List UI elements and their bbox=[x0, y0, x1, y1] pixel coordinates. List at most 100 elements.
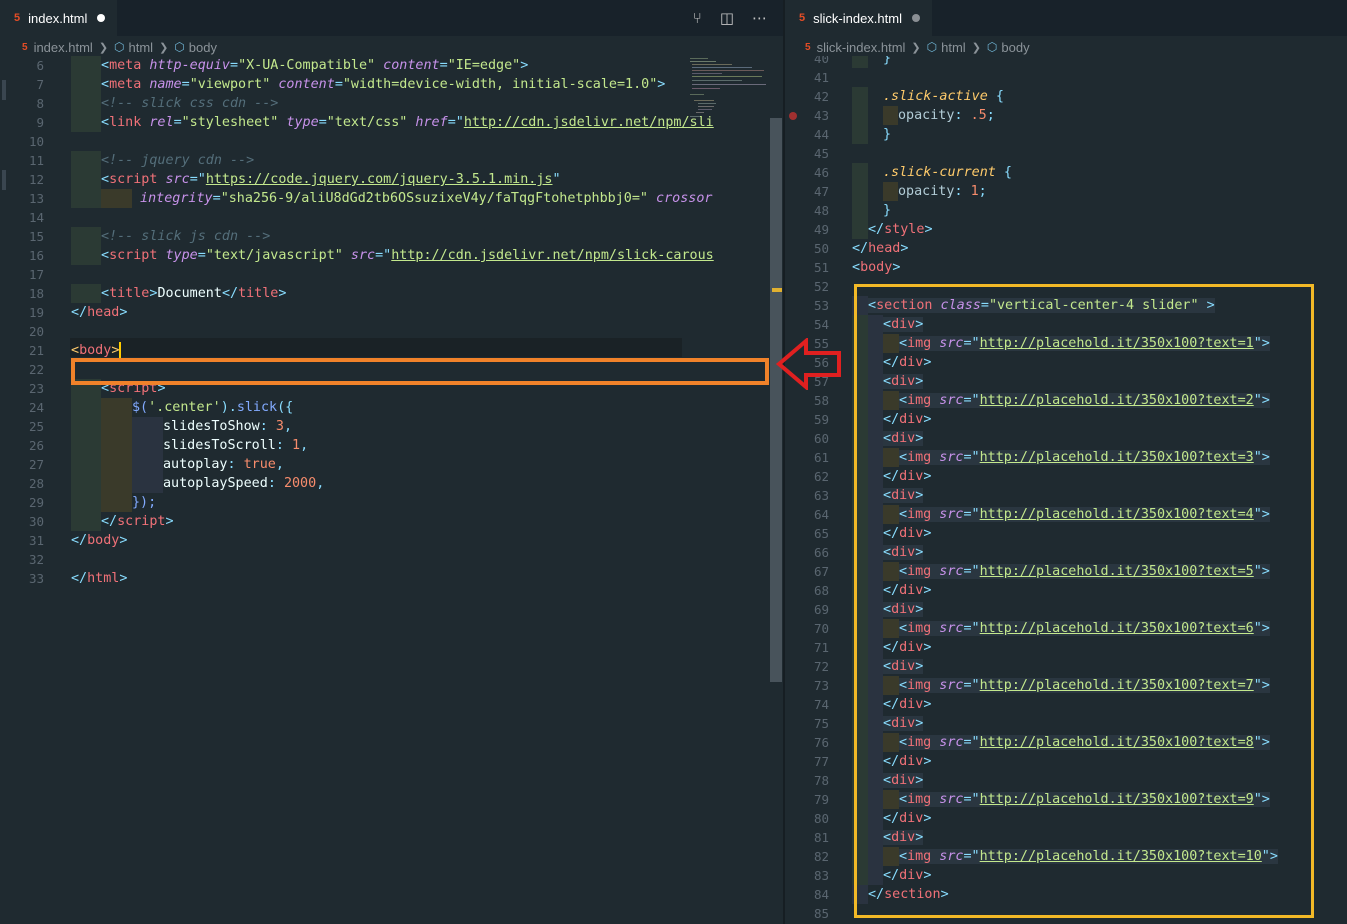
code-content: <body> bbox=[852, 258, 900, 277]
line-number: 50 bbox=[813, 241, 829, 256]
code-line[interactable]: 12 <script src="https://code.jquery.com/j… bbox=[0, 170, 783, 189]
code-line[interactable]: 26 slidesToScroll: 1, bbox=[0, 436, 783, 455]
code-token: type bbox=[278, 115, 319, 130]
indent-guide bbox=[71, 151, 101, 170]
code-line[interactable]: 30 </script> bbox=[0, 512, 783, 531]
code-line[interactable]: 31 </body> bbox=[0, 531, 783, 550]
code-line[interactable]: 19 </head> bbox=[0, 303, 783, 322]
code-line[interactable]: 43 opacity: .5; bbox=[785, 106, 1347, 125]
code-line[interactable]: 50 </head> bbox=[785, 239, 1347, 258]
line-number: 58 bbox=[813, 393, 829, 408]
breakpoint-icon[interactable] bbox=[789, 112, 797, 120]
code-token: = bbox=[212, 191, 221, 206]
code-line[interactable]: 16 <script type="text/javascript" src="ht… bbox=[0, 246, 783, 265]
code-editor-left[interactable]: 6 <meta http-equiv="X-UA-Compatible" cont… bbox=[0, 56, 783, 924]
line-number: 53 bbox=[813, 298, 829, 313]
code-line[interactable]: 13 integrity="sha256-9/aliU8dGd2tb6OSsuz… bbox=[0, 189, 783, 208]
indent-guide bbox=[101, 398, 132, 417]
line-number: 23 bbox=[28, 381, 44, 396]
more-actions-icon[interactable]: ⋯ bbox=[752, 9, 767, 27]
scrollbar-thumb[interactable] bbox=[770, 118, 782, 682]
left-arrow-icon bbox=[776, 338, 841, 390]
code-line[interactable]: 6 <meta http-equiv="X-UA-Compatible" cont… bbox=[0, 56, 783, 75]
breadcrumb-file[interactable]: slick-index.html bbox=[817, 40, 906, 55]
line-number: 40 bbox=[813, 56, 829, 66]
code-line[interactable]: 40} bbox=[785, 56, 1347, 68]
code-line[interactable]: 17 bbox=[0, 265, 783, 284]
line-number: 70 bbox=[813, 621, 829, 636]
line-number: 33 bbox=[28, 571, 44, 586]
html5-icon: 5 bbox=[799, 12, 806, 24]
indent-guide bbox=[101, 493, 132, 512]
code-line[interactable]: 15 <!-- slick js cdn --> bbox=[0, 227, 783, 246]
code-line[interactable]: 14 bbox=[0, 208, 783, 227]
code-token: = bbox=[318, 115, 327, 130]
code-line[interactable]: 42 .slick-active { bbox=[785, 87, 1347, 106]
source-control-compare-icon[interactable]: ⑂ bbox=[693, 9, 702, 27]
tab-index-html[interactable]: 5 index.html bbox=[0, 0, 118, 36]
code-content: </html> bbox=[71, 569, 127, 588]
breadcrumb-body[interactable]: body bbox=[189, 40, 217, 55]
code-line[interactable]: 29}); bbox=[0, 493, 783, 512]
line-number: 13 bbox=[28, 191, 44, 206]
scrollbar-marker bbox=[772, 288, 782, 292]
code-line[interactable]: 10 bbox=[0, 132, 783, 151]
html5-icon: 5 bbox=[14, 12, 21, 24]
tab-slick-index-html[interactable]: 5 slick-index.html bbox=[785, 0, 932, 36]
code-line[interactable]: 8 <!-- slick css cdn --> bbox=[0, 94, 783, 113]
code-line[interactable]: 28 autoplaySpeed: 2000, bbox=[0, 474, 783, 493]
chevron-right-icon: ❯ bbox=[971, 41, 981, 54]
code-token: rel bbox=[141, 115, 174, 130]
code-token: = bbox=[181, 77, 190, 92]
code-line[interactable]: 20 bbox=[0, 322, 783, 341]
code-token: < bbox=[101, 286, 110, 301]
code-token: script bbox=[117, 514, 166, 529]
code-token: ({ bbox=[277, 400, 294, 415]
code-token: =" bbox=[189, 172, 206, 187]
code-line[interactable]: 45 bbox=[785, 144, 1347, 163]
element-icon: ⬡ bbox=[174, 40, 185, 54]
code-line[interactable]: 25 slidesToShow: 3, bbox=[0, 417, 783, 436]
indent-guide bbox=[132, 436, 163, 455]
line-number: 81 bbox=[813, 830, 829, 845]
code-token: , bbox=[275, 457, 284, 472]
code-token: "stylesheet" bbox=[181, 115, 279, 130]
code-line[interactable]: 41 bbox=[785, 68, 1347, 87]
code-line[interactable]: 18 <title>Document</title> bbox=[0, 284, 783, 303]
code-line[interactable]: 33 </html> bbox=[0, 569, 783, 588]
code-line[interactable]: 46 .slick-current { bbox=[785, 163, 1347, 182]
code-line[interactable]: 7 <meta name="viewport" content="width=de… bbox=[0, 75, 783, 94]
code-line[interactable]: 44} bbox=[785, 125, 1347, 144]
indent-guide bbox=[71, 493, 101, 512]
minimap[interactable] bbox=[688, 56, 768, 126]
code-token: < bbox=[101, 172, 110, 187]
indent-guide bbox=[71, 189, 101, 208]
code-line[interactable]: 47 opacity: 1; bbox=[785, 182, 1347, 201]
code-line[interactable]: 9 <link rel="stylesheet" type="text/css" … bbox=[0, 113, 783, 132]
line-number: 79 bbox=[813, 792, 829, 807]
breadcrumb-body[interactable]: body bbox=[1001, 40, 1029, 55]
modified-dot-icon[interactable] bbox=[911, 14, 920, 22]
code-content: <meta http-equiv="X-UA-Compatible" conte… bbox=[71, 56, 528, 75]
line-number: 30 bbox=[28, 514, 44, 529]
code-content: slidesToScroll: 1, bbox=[71, 436, 308, 455]
code-line[interactable]: 24 $('.center').slick({ bbox=[0, 398, 783, 417]
split-editor-icon[interactable]: ◫ bbox=[720, 9, 734, 27]
code-line[interactable]: 48} bbox=[785, 201, 1347, 220]
breadcrumb-html[interactable]: html bbox=[129, 40, 154, 55]
code-token: = bbox=[197, 248, 206, 263]
modified-dot-icon[interactable] bbox=[97, 14, 106, 22]
code-token: Document bbox=[157, 286, 222, 301]
breadcrumb-html[interactable]: html bbox=[941, 40, 966, 55]
code-token: http-equiv bbox=[141, 58, 230, 73]
code-line[interactable]: 49 </style> bbox=[785, 220, 1347, 239]
orange-highlight-box bbox=[71, 358, 769, 385]
code-line[interactable]: 27 autoplay: true, bbox=[0, 455, 783, 474]
breadcrumb-file[interactable]: index.html bbox=[34, 40, 93, 55]
code-line[interactable]: 11 <!-- jquery cdn --> bbox=[0, 151, 783, 170]
code-token: style bbox=[884, 222, 925, 237]
code-line[interactable]: 32 bbox=[0, 550, 783, 569]
code-token: < bbox=[101, 77, 110, 92]
line-number: 62 bbox=[813, 469, 829, 484]
code-line[interactable]: 51 <body> bbox=[785, 258, 1347, 277]
